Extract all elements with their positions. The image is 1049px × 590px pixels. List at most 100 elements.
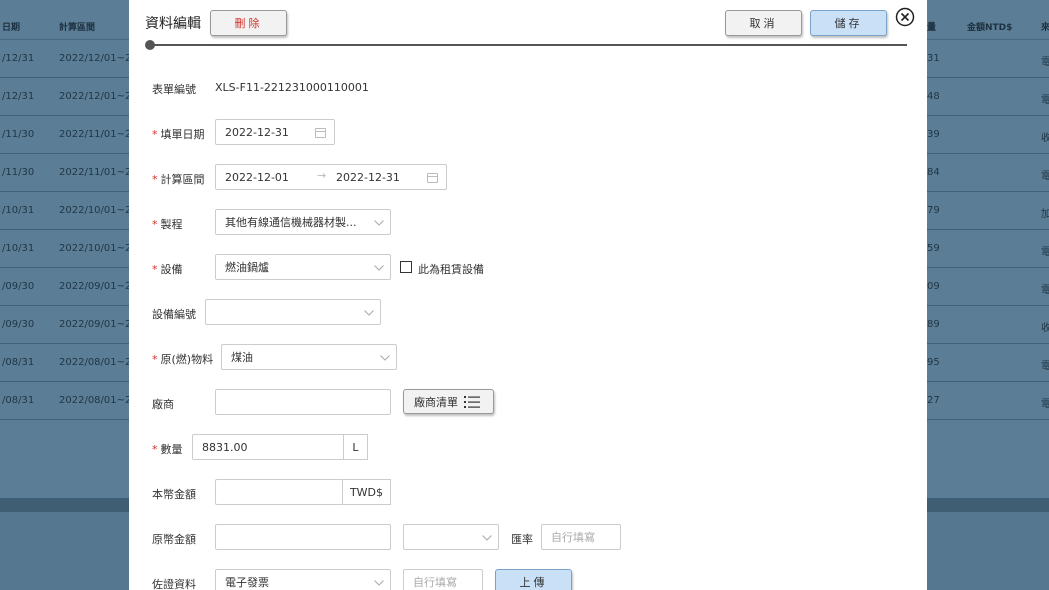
chevron-down-icon <box>364 310 374 316</box>
form-no-value: XLS-F11-221231000110001 <box>215 81 369 94</box>
row-date: /10/31 <box>2 243 35 254</box>
process-select[interactable]: 其他有線通信機械器材製... <box>215 209 391 235</box>
calendar-icon <box>315 128 326 138</box>
lease-checkbox[interactable] <box>400 261 412 273</box>
row-qty: 39 <box>927 129 940 140</box>
row-date: /10/31 <box>2 205 35 216</box>
header-period: 計算區間 <box>59 23 96 33</box>
row-period: 2022/10/01~2 <box>59 205 132 216</box>
close-icon[interactable] <box>895 7 915 27</box>
orig-amount-label: 原幣金額 <box>152 533 196 546</box>
row-source: 電 <box>1041 399 1049 410</box>
period-label: * 計算區間 <box>152 173 205 186</box>
material-label: * 原(燃)物料 <box>152 353 214 366</box>
row-date: /08/31 <box>2 357 35 368</box>
fill-date-label: * 填單日期 <box>152 128 205 141</box>
header-qty: 量 <box>927 23 937 33</box>
row-source: 收 <box>1041 133 1049 144</box>
local-amount-input[interactable] <box>215 479 343 505</box>
orig-amount-input[interactable] <box>215 524 391 550</box>
save-button[interactable]: 儲存 <box>810 10 887 36</box>
rate-input[interactable]: 自行填寫 <box>541 524 621 550</box>
quantity-input[interactable]: 8831.00 <box>192 434 344 460</box>
row-period: 2022/12/01~2 <box>59 91 132 102</box>
form-no-label: 表單編號 <box>152 83 196 96</box>
modal-title: 資料編輯 <box>145 16 201 32</box>
delete-button[interactable]: 刪除 <box>210 10 287 36</box>
row-period: 2022/12/01~2 <box>59 53 132 64</box>
equipment-value: 燃油鍋爐 <box>225 261 269 274</box>
process-label: * 製程 <box>152 218 183 231</box>
equip-no-select[interactable] <box>205 299 381 325</box>
evidence-note-input[interactable]: 自行填寫 <box>403 569 483 590</box>
material-value: 煤油 <box>231 351 253 364</box>
row-qty: 84 <box>927 167 940 178</box>
vendor-list-button[interactable]: 廠商清單 <box>403 389 494 414</box>
material-select[interactable]: 煤油 <box>221 344 397 370</box>
row-period: 2022/11/01~2 <box>59 129 132 140</box>
equipment-select[interactable]: 燃油鍋爐 <box>215 254 391 280</box>
row-qty: 79 <box>927 205 940 216</box>
row-period: 2022/08/01~2 <box>59 395 132 406</box>
row-source: 電 <box>1041 285 1049 296</box>
row-qty: 95 <box>927 357 940 368</box>
row-period: 2022/09/01~2 <box>59 319 132 330</box>
row-source: 電 <box>1041 95 1049 106</box>
row-date: /09/30 <box>2 319 35 330</box>
row-source: 電 <box>1041 361 1049 372</box>
row-date: /08/31 <box>2 395 35 406</box>
list-icon <box>464 395 480 408</box>
cancel-button[interactable]: 取消 <box>725 10 802 36</box>
vendor-label: 廠商 <box>152 398 174 411</box>
process-value: 其他有線通信機械器材製... <box>225 216 357 229</box>
row-period: 2022/11/01~2 <box>59 167 132 178</box>
row-period: 2022/08/01~2 <box>59 357 132 368</box>
edit-modal: 資料編輯 刪除 取消 儲存 表單編號 XLS-F11-2212310001100… <box>129 0 927 590</box>
fill-date-value: 2022-12-31 <box>225 125 289 139</box>
vendor-input[interactable] <box>215 389 391 415</box>
row-source: 電 <box>1041 171 1049 182</box>
row-qty: 59 <box>927 243 940 254</box>
row-date: /12/31 <box>2 91 35 102</box>
row-period: 2022/09/01~2 <box>59 281 132 292</box>
evidence-select[interactable]: 電子發票 <box>215 569 391 590</box>
fill-date-field[interactable]: 2022-12-31 <box>215 119 335 145</box>
period-end-value: 2022-12-31 <box>336 170 400 184</box>
local-currency: TWD$ <box>342 479 391 505</box>
row-date: /12/31 <box>2 53 35 64</box>
quantity-unit: L <box>343 434 368 460</box>
header-source: 來 <box>1041 23 1049 33</box>
row-source: 電 <box>1041 247 1049 258</box>
row-date: /09/30 <box>2 281 35 292</box>
local-amount-label: 本幣金額 <box>152 488 196 501</box>
period-range-field[interactable]: 2022-12-01 → 2022-12-31 <box>215 164 447 190</box>
equipment-label: * 設備 <box>152 263 183 276</box>
chevron-down-icon <box>374 580 384 586</box>
row-date: /11/30 <box>2 167 35 178</box>
row-period: 2022/10/01~2 <box>59 243 132 254</box>
evidence-placeholder: 自行填寫 <box>413 576 457 589</box>
chevron-down-icon <box>374 220 384 226</box>
chevron-down-icon <box>374 265 384 271</box>
chevron-down-icon <box>482 535 492 541</box>
period-start-value: 2022-12-01 <box>225 170 289 184</box>
range-arrow-icon: → <box>317 169 327 182</box>
lease-label: 此為租賃設備 <box>418 263 484 276</box>
row-qty: 89 <box>927 319 940 330</box>
quantity-value: 8831.00 <box>202 440 248 454</box>
row-source: 電 <box>1041 57 1049 68</box>
rate-placeholder: 自行填寫 <box>551 531 595 544</box>
evidence-label: 佐證資料 <box>152 578 196 590</box>
row-qty: 48 <box>927 91 940 102</box>
upload-button[interactable]: 上傳 <box>495 569 572 590</box>
evidence-value: 電子發票 <box>225 576 269 589</box>
row-source: 加 <box>1041 209 1049 220</box>
orig-currency-select[interactable] <box>403 524 499 550</box>
equip-no-label: 設備編號 <box>152 308 196 321</box>
row-date: /11/30 <box>2 129 35 140</box>
row-qty: 27 <box>927 395 940 406</box>
header-date: 日期 <box>2 23 21 33</box>
row-qty: 31 <box>927 53 940 64</box>
row-qty: 09 <box>927 281 940 292</box>
vendor-list-label: 廠商清單 <box>414 395 458 409</box>
